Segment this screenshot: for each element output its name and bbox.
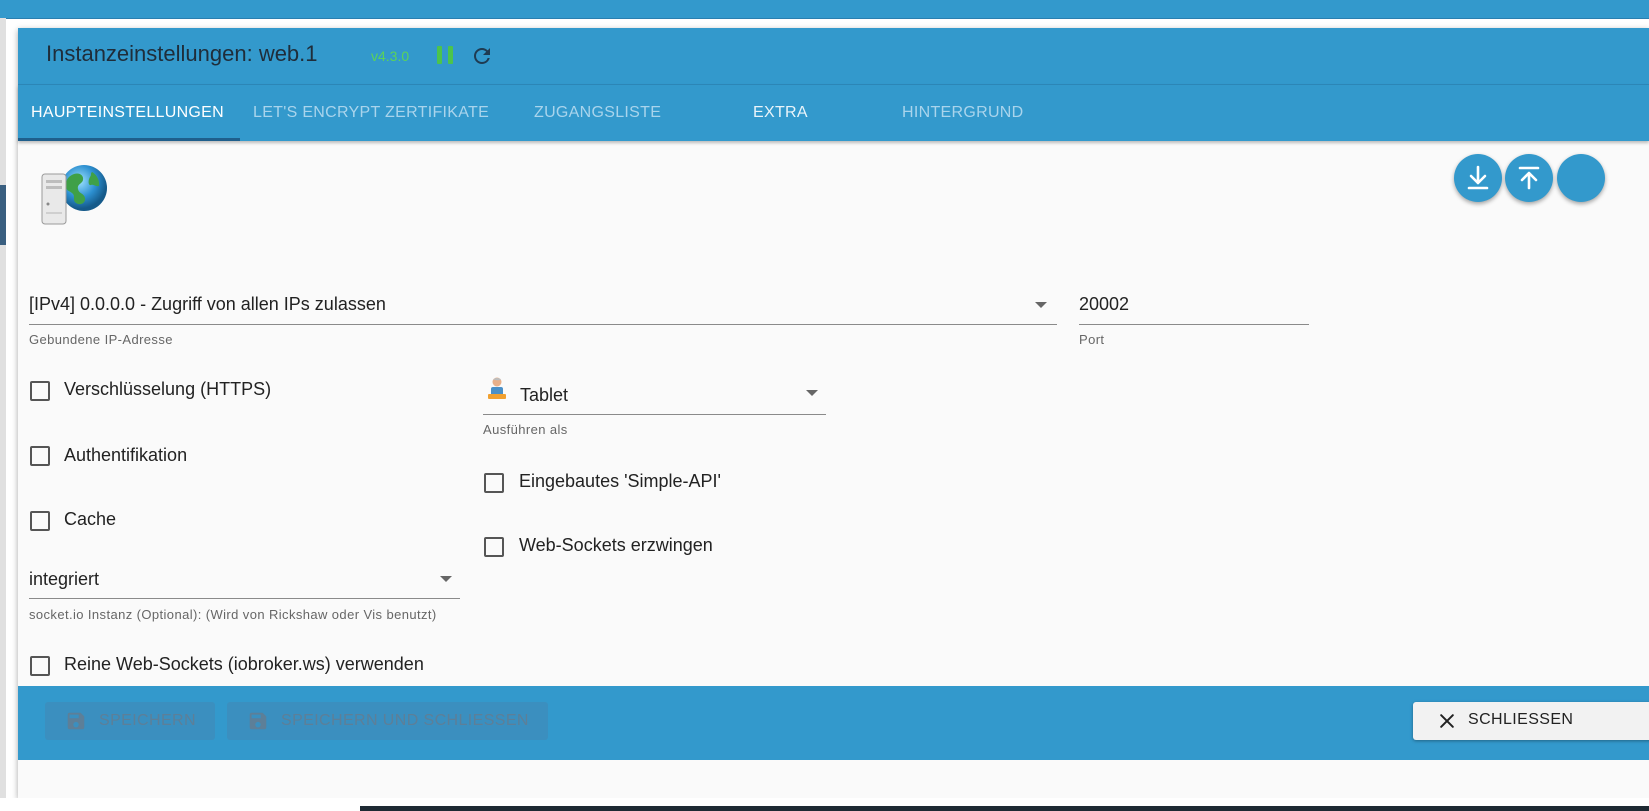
- port-value: 20002: [1079, 294, 1130, 314]
- more-settings-button[interactable]: [1557, 154, 1605, 202]
- save-button[interactable]: SPEICHERN: [45, 702, 215, 740]
- chevron-down-icon: [1035, 302, 1047, 308]
- pure-ws-checkbox[interactable]: [30, 656, 50, 676]
- bind-ip-helper: Gebundene IP-Adresse: [29, 332, 173, 347]
- instance-settings-dialog: Instanzeinstellungen: web.1 v4.3.0 HAUPT…: [18, 28, 1649, 798]
- tab-lets-encrypt[interactable]: LET'S ENCRYPT ZERTIFIKATE: [253, 85, 489, 141]
- upload-settings-button[interactable]: [1505, 154, 1553, 202]
- cache-checkbox[interactable]: [30, 511, 50, 531]
- chevron-down-icon: [806, 390, 818, 396]
- background-app-bar: [0, 0, 1649, 19]
- tab-zugangsliste[interactable]: ZUGANGSLISTE: [534, 85, 661, 141]
- socketio-helper: socket.io Instanz (Optional): (Wird von …: [29, 607, 437, 622]
- simple-api-checkbox[interactable]: [484, 473, 504, 493]
- tab-hintergrund[interactable]: HINTERGRUND: [902, 85, 1024, 141]
- auth-label: Authentifikation: [64, 445, 188, 465]
- save-and-close-button[interactable]: SPEICHERN UND SCHLIESSEN: [227, 702, 548, 740]
- dialog-header: Instanzeinstellungen: web.1 v4.3.0: [18, 28, 1649, 85]
- simple-api-label: Eingebautes 'Simple-API': [519, 471, 721, 491]
- settings-content: [IPv4] 0.0.0.0 - Zugriff von allen IPs z…: [18, 142, 1649, 710]
- background-taskbar: [360, 806, 1649, 811]
- https-checkbox[interactable]: [30, 381, 50, 401]
- force-ws-checkbox[interactable]: [484, 537, 504, 557]
- user-avatar-icon: [485, 376, 509, 400]
- chevron-down-icon: [440, 576, 452, 582]
- run-as-helper: Ausführen als: [483, 422, 568, 437]
- pure-ws-label: Reine Web-Sockets (iobroker.ws) verwende…: [64, 654, 424, 674]
- save-and-close-label: SPEICHERN UND SCHLIESSEN: [281, 712, 529, 729]
- auth-checkbox[interactable]: [30, 446, 50, 466]
- tab-indicator: [18, 138, 240, 141]
- background-edge: [0, 18, 6, 811]
- version-badge: v4.3.0: [371, 48, 410, 64]
- run-as-underline: [483, 414, 826, 415]
- cache-label: Cache: [64, 509, 117, 529]
- tab-bar: HAUPTEINSTELLUNGEN LET'S ENCRYPT ZERTIFI…: [18, 85, 1649, 141]
- socketio-underline: [29, 598, 460, 599]
- close-label: SCHLIESSEN: [1468, 711, 1574, 728]
- background-scrollbar: [0, 185, 6, 245]
- tab-haupteinstellungen[interactable]: HAUPTEINSTELLUNGEN: [31, 85, 224, 141]
- force-ws-label: Web-Sockets erzwingen: [519, 535, 713, 555]
- dialog-title: Instanzeinstellungen: web.1: [46, 41, 318, 66]
- port-underline: [1079, 324, 1309, 325]
- run-as-value: Tablet: [520, 385, 569, 405]
- https-label: Verschlüsselung (HTTPS): [64, 379, 272, 399]
- tab-extra[interactable]: EXTRA: [753, 85, 808, 141]
- bind-ip-underline: [29, 324, 1057, 325]
- reload-icon[interactable]: [470, 44, 494, 68]
- bind-ip-value: [IPv4] 0.0.0.0 - Zugriff von allen IPs z…: [29, 294, 386, 314]
- socketio-value: integriert: [29, 569, 100, 589]
- dialog-footer: SPEICHERN SPEICHERN UND SCHLIESSEN SCHLI…: [18, 686, 1649, 760]
- pause-icon[interactable]: [436, 46, 454, 64]
- save-icon: [249, 712, 267, 730]
- port-helper: Port: [1079, 332, 1105, 347]
- download-settings-button[interactable]: [1454, 154, 1502, 202]
- save-label: SPEICHERN: [99, 712, 196, 729]
- close-icon: [1440, 714, 1454, 728]
- web-adapter-logo: [40, 162, 112, 228]
- save-icon: [67, 712, 85, 730]
- close-button[interactable]: SCHLIESSEN: [1413, 702, 1649, 740]
